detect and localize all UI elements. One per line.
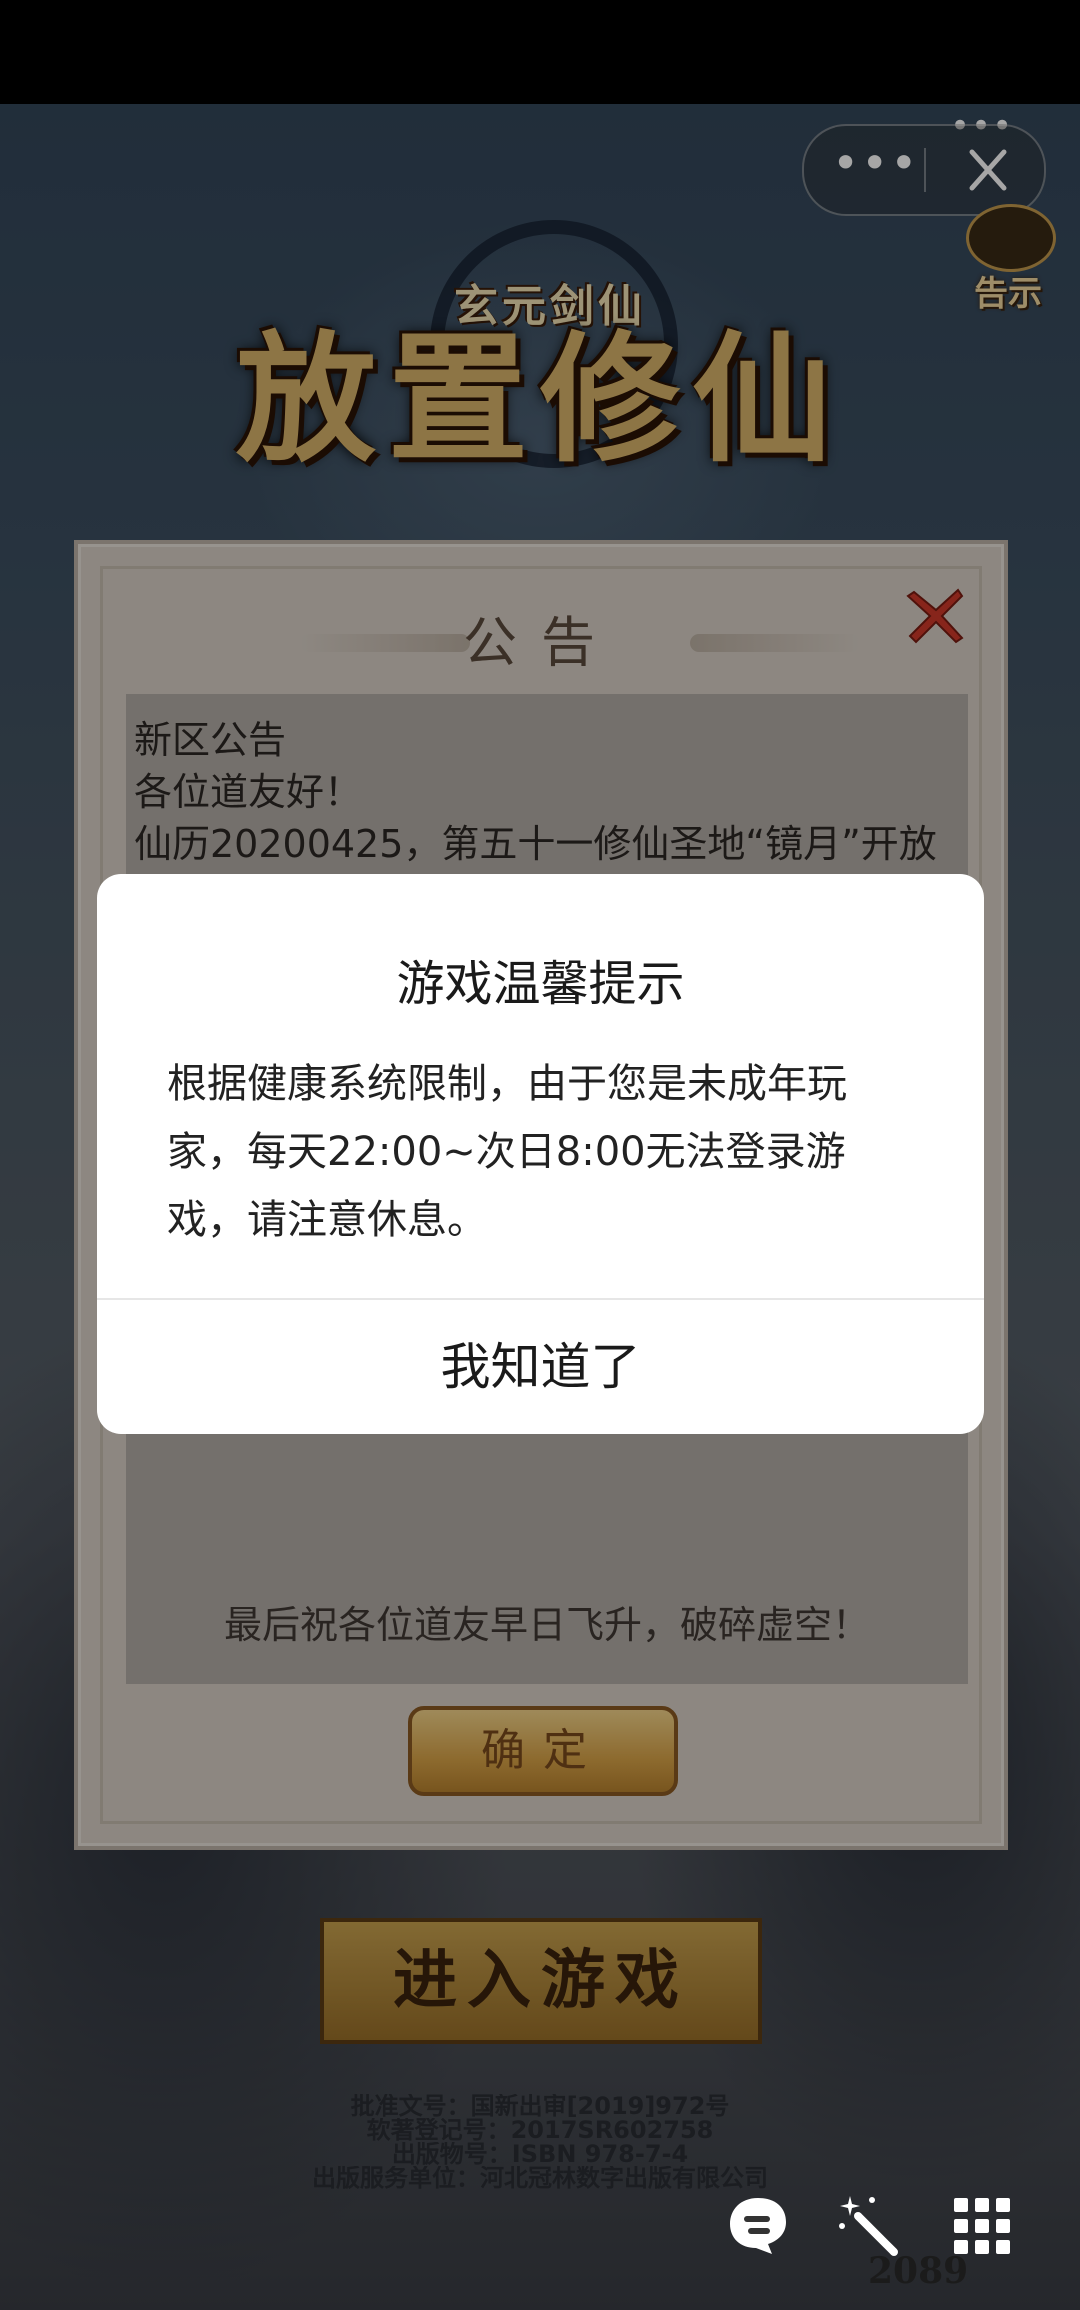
dialog-message-line: 根据健康系统限制，由于您是未成年玩 bbox=[167, 1061, 847, 1107]
dialog-message: 根据健康系统限制，由于您是未成年玩 家，每天22:00~次日8:00无法登录游 … bbox=[167, 1050, 927, 1254]
grid-menu-button[interactable] bbox=[946, 2190, 1018, 2262]
warning-dialog: 游戏温馨提示 根据健康系统限制，由于您是未成年玩 家，每天22:00~次日8:0… bbox=[97, 874, 984, 1434]
status-bar bbox=[0, 0, 1080, 104]
magic-wand-icon bbox=[839, 2196, 898, 2256]
chat-bubble-icon bbox=[730, 2198, 786, 2254]
chat-bubble-button[interactable] bbox=[722, 2190, 794, 2262]
magic-wand-button[interactable] bbox=[834, 2190, 906, 2262]
dialog-message-line: 家，每天22:00~次日8:00无法登录游 bbox=[167, 1129, 846, 1175]
dialog-message-line: 戏，请注意休息。 bbox=[167, 1197, 487, 1243]
grid-icon bbox=[954, 2198, 1010, 2254]
acknowledge-button[interactable]: 我知道了 bbox=[97, 1300, 984, 1434]
dialog-title: 游戏温馨提示 bbox=[396, 956, 685, 1012]
